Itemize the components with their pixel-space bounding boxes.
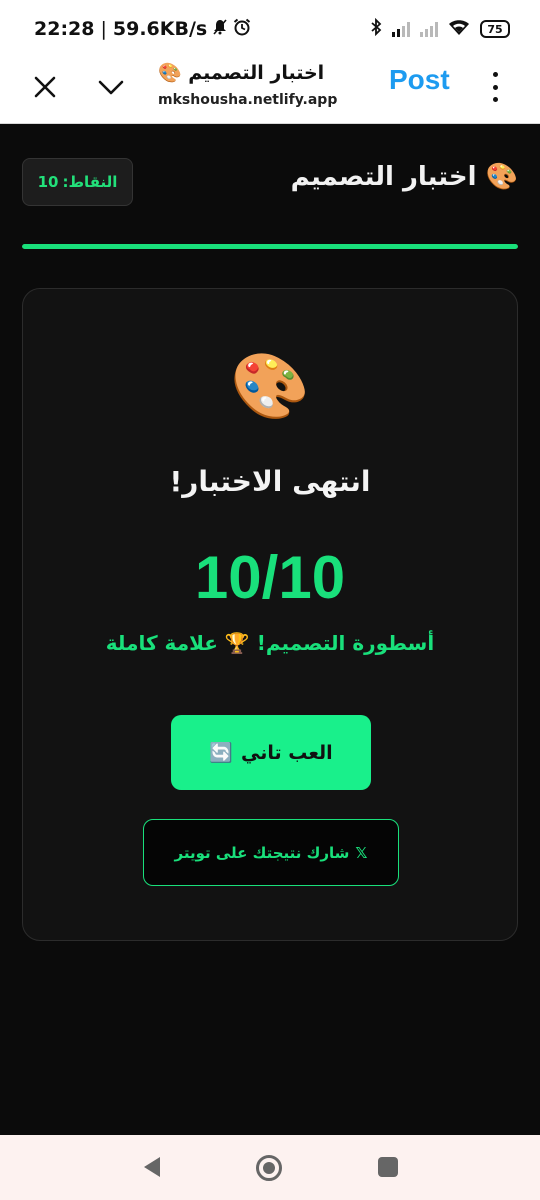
close-icon[interactable] bbox=[30, 72, 60, 102]
quiz-page: 🎨 اختبار التصميم النقاط: 10 🎨 انتهى الاخ… bbox=[0, 124, 540, 1135]
back-icon[interactable] bbox=[142, 1155, 162, 1179]
signal-strength-2-icon bbox=[420, 21, 438, 37]
chevron-down-icon[interactable] bbox=[96, 72, 126, 102]
post-button[interactable]: Post bbox=[389, 64, 450, 96]
progress-bar-fill bbox=[22, 244, 518, 249]
quiz-title: 🎨 اختبار التصميم bbox=[290, 162, 518, 192]
status-net-speed: 59.6KB/s bbox=[112, 18, 208, 40]
play-again-button[interactable]: العب تاني 🔄 bbox=[171, 715, 371, 790]
points-badge: النقاط: 10 bbox=[22, 158, 133, 206]
refresh-icon: 🔄 bbox=[209, 742, 233, 764]
points-value: 10 bbox=[37, 173, 59, 191]
battery-level: 75 bbox=[487, 22, 503, 36]
browser-page-title: اختبار التصميم 🎨 bbox=[158, 62, 325, 84]
battery-icon: 75 bbox=[480, 20, 510, 38]
palette-icon: 🎨 bbox=[230, 350, 310, 424]
result-card: 🎨 انتهى الاختبار! 10/10 أسطورة التصميم! … bbox=[22, 288, 518, 941]
browser-url: mkshousha.netlify.app bbox=[158, 92, 338, 108]
wifi-icon bbox=[448, 19, 470, 40]
points-label: النقاط: bbox=[62, 173, 118, 191]
status-right: 75 bbox=[370, 17, 510, 40]
header-titles: اختبار التصميم 🎨 mkshousha.netlify.app bbox=[158, 58, 348, 108]
system-nav-bar bbox=[0, 1135, 540, 1200]
bell-slash-icon bbox=[213, 18, 227, 40]
home-icon[interactable] bbox=[256, 1155, 282, 1181]
quiz-header: 🎨 اختبار التصميم النقاط: 10 bbox=[22, 158, 518, 206]
progress-bar bbox=[22, 244, 518, 249]
signal-strength-icon bbox=[392, 21, 410, 37]
bluetooth-icon bbox=[370, 17, 382, 40]
browser-header: اختبار التصميم 🎨 mkshousha.netlify.app P… bbox=[0, 58, 540, 124]
status-separator: | bbox=[100, 18, 107, 40]
status-left: 22:28 | 59.6KB/s bbox=[34, 18, 251, 41]
final-score: 10/10 bbox=[194, 544, 346, 611]
status-time: 22:28 bbox=[34, 18, 95, 40]
result-message: أسطورة التصميم! 🏆 علامة كاملة bbox=[105, 631, 435, 655]
x-logo-icon: 𝕏 bbox=[355, 843, 368, 862]
share-twitter-button[interactable]: 𝕏 شارك نتيجتك على تويتر bbox=[143, 819, 399, 886]
recents-icon[interactable] bbox=[378, 1157, 398, 1177]
share-label: شارك نتيجتك على تويتر bbox=[174, 843, 350, 862]
status-bar: 22:28 | 59.6KB/s 75 bbox=[0, 0, 540, 58]
more-options-icon[interactable] bbox=[488, 72, 502, 102]
alarm-clock-icon bbox=[233, 18, 251, 41]
result-heading: انتهى الاختبار! bbox=[169, 465, 371, 498]
play-again-label: العب تاني bbox=[240, 741, 333, 764]
